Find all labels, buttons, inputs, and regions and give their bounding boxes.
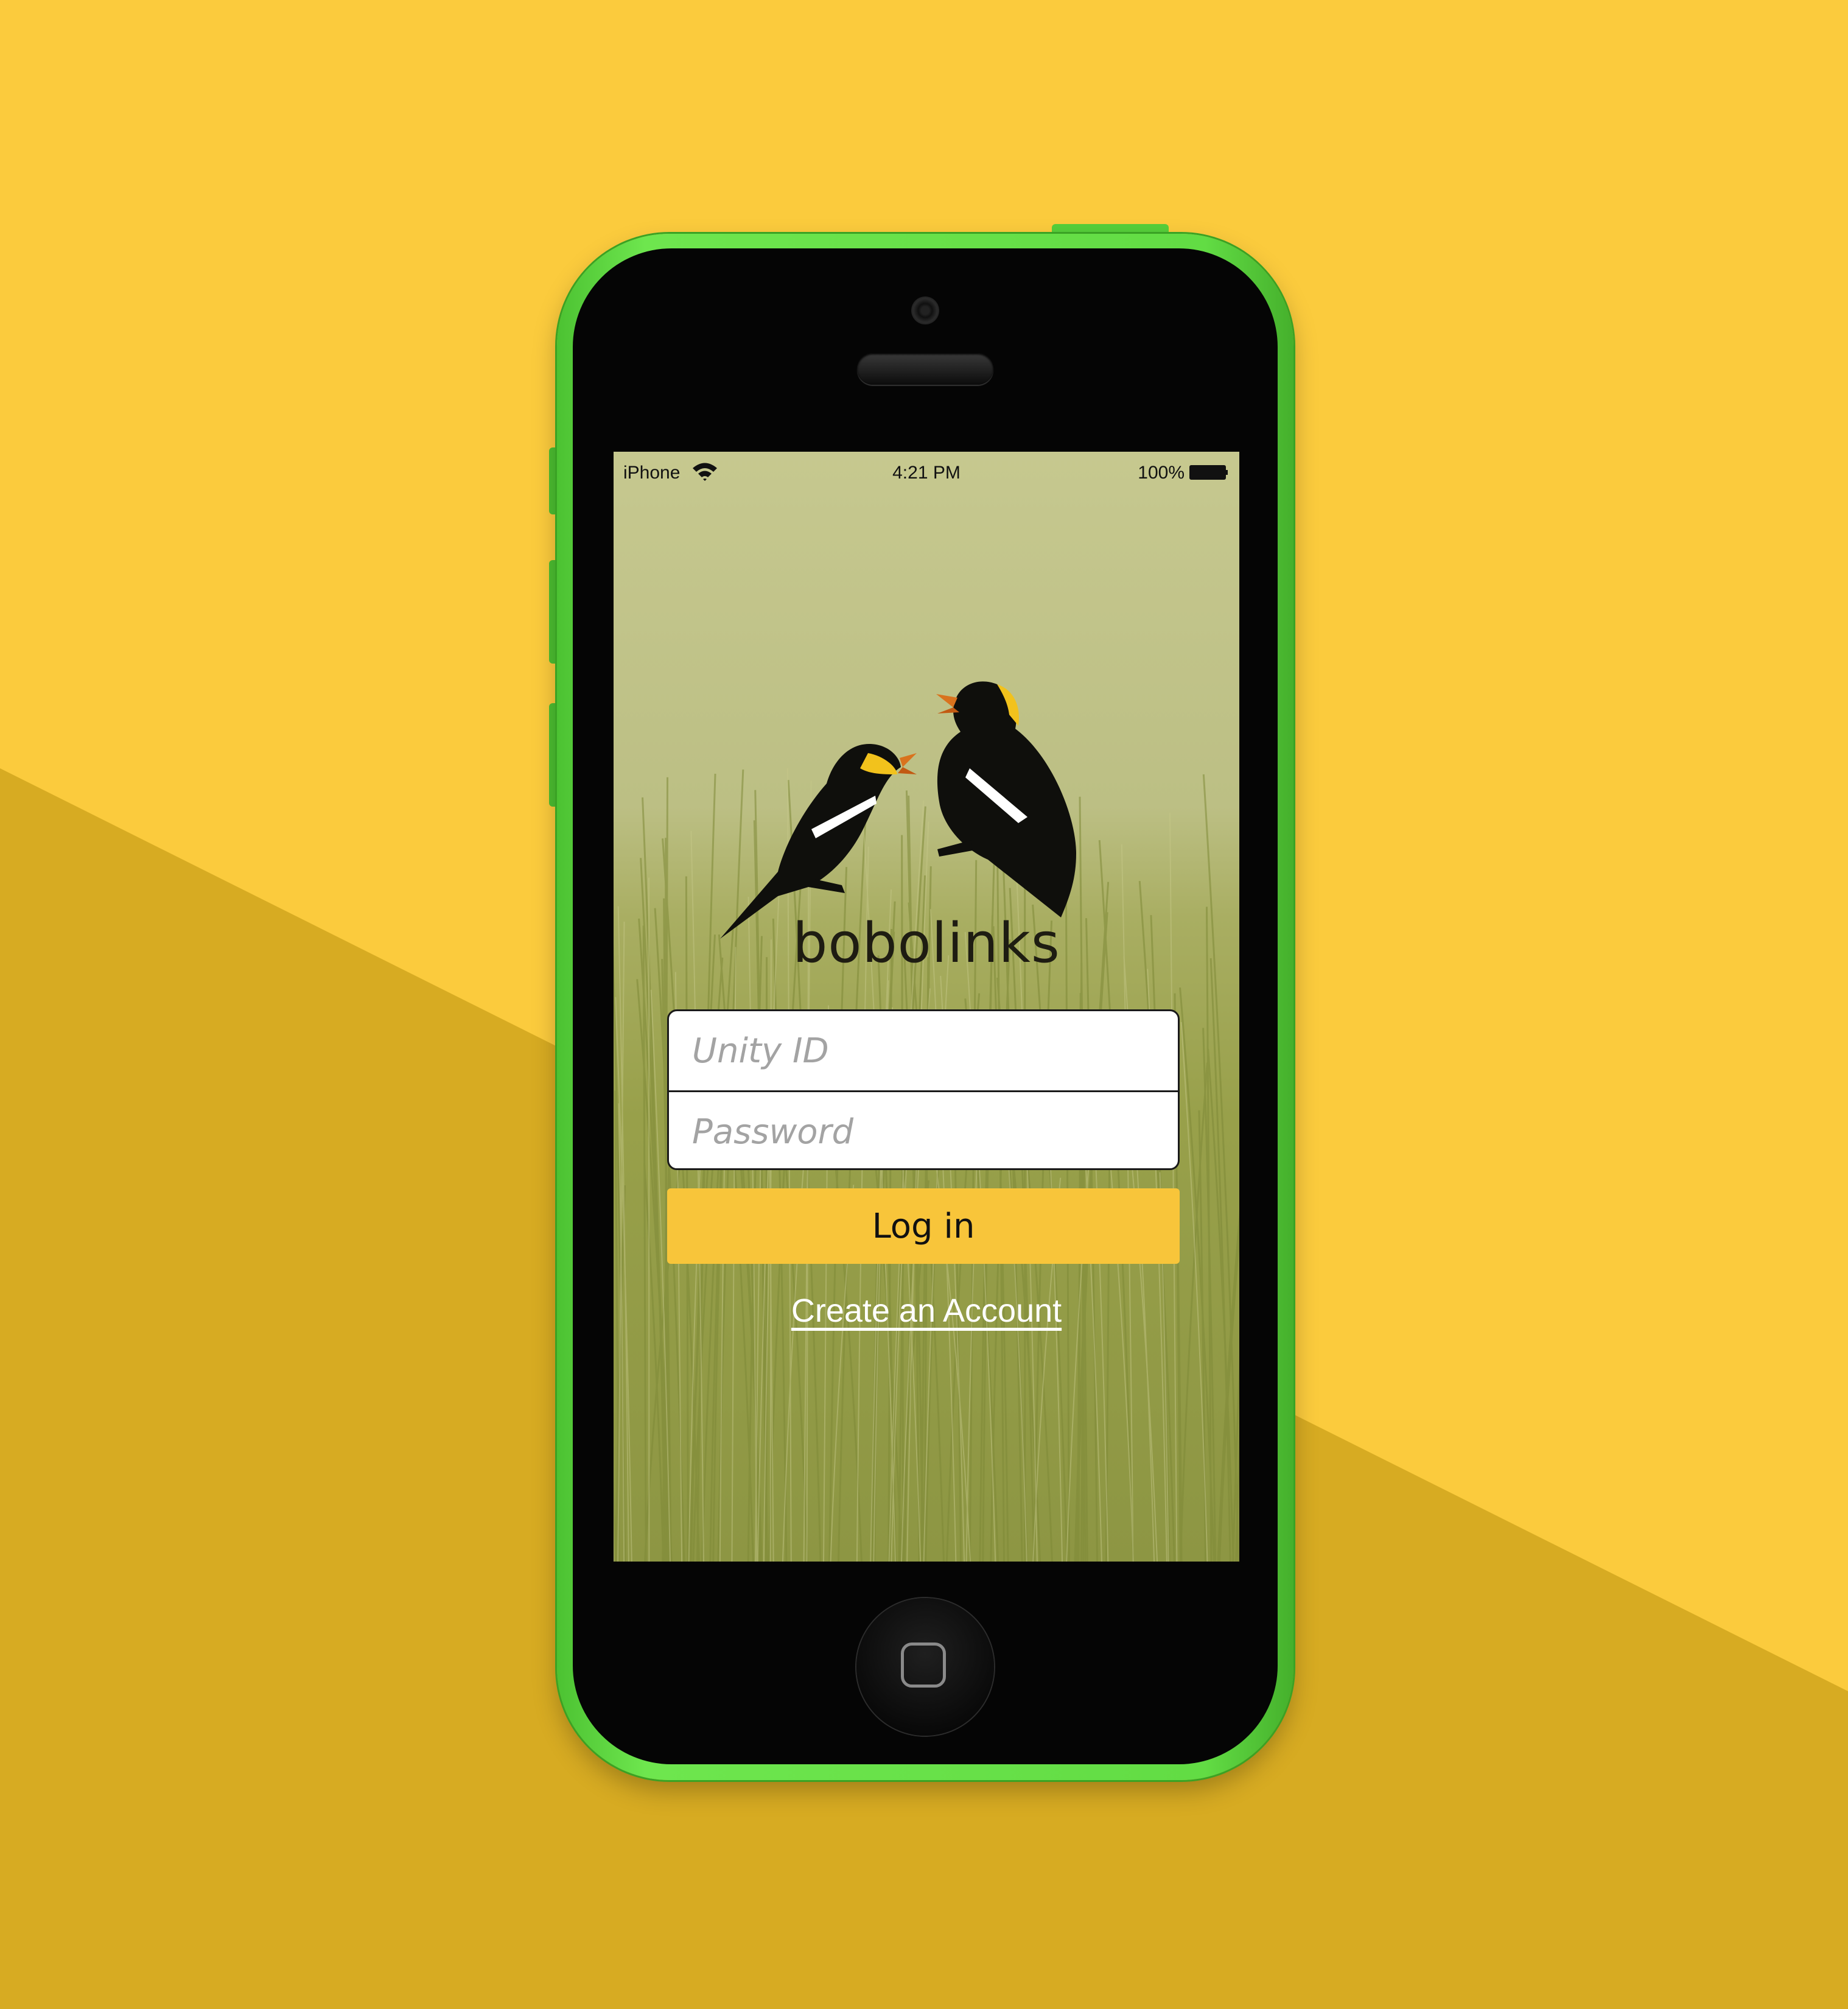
home-button[interactable] (856, 1598, 994, 1736)
app-screen: iPhone 4:21 PM 100% bobolinks Unity ID L… (614, 452, 1239, 1562)
password-field[interactable] (669, 1092, 1178, 1168)
login-form (667, 1009, 1180, 1170)
unity-id-field[interactable] (669, 1011, 1178, 1090)
create-account-link[interactable]: Create an Account (614, 1292, 1239, 1330)
home-square-icon (901, 1643, 946, 1688)
earpiece-speaker (857, 353, 993, 385)
login-button[interactable]: Log in (667, 1188, 1180, 1264)
grass-field-background (614, 452, 1239, 1562)
battery-percent: 100% (1138, 463, 1185, 483)
battery-icon (1189, 465, 1228, 480)
front-camera (911, 296, 939, 324)
status-bar: iPhone 4:21 PM 100% (614, 452, 1239, 483)
app-name: bobolinks (793, 911, 1060, 975)
bobolink-birds-icon (720, 681, 1076, 939)
